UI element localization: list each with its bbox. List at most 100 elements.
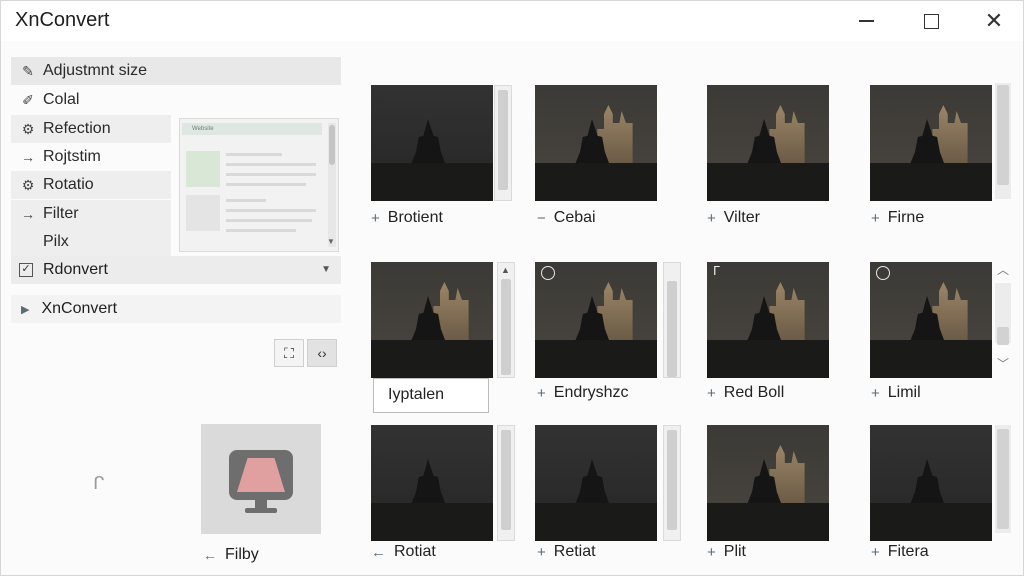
code-button[interactable]: ‹›: [307, 339, 337, 367]
preview-text-line: [226, 163, 316, 166]
image-tile[interactable]: [870, 262, 992, 378]
image-caption[interactable]: + Brotient: [371, 209, 443, 227]
image-thumbnail[interactable]: ᒥ: [707, 262, 829, 378]
preview-text-line: [226, 173, 316, 176]
image-caption[interactable]: − Cebai: [537, 209, 596, 227]
maximize-button[interactable]: [908, 1, 954, 41]
image-thumbnail[interactable]: [870, 262, 992, 378]
monitor-tile-caption[interactable]: ← Filby: [203, 546, 259, 564]
chevron-down-icon[interactable]: ▼: [327, 237, 335, 246]
image-thumbnail[interactable]: [535, 85, 657, 201]
image-tile[interactable]: [870, 425, 992, 541]
image-caption[interactable]: + Red Boll: [707, 384, 784, 402]
grid-scrollbar-thumb[interactable]: [997, 85, 1009, 185]
image-caption-label: Brotient: [387, 209, 443, 226]
preview-text-line: [226, 229, 296, 232]
tile-scrollbar[interactable]: [663, 262, 681, 378]
image-grid: + Brotient − Cebai + Vilter + Firne + Endryshzc ᒥ +…: [361, 81, 1021, 571]
tile-scrollbar-thumb[interactable]: [667, 281, 677, 377]
image-caption[interactable]: + Endryshzc: [537, 384, 628, 402]
image-caption[interactable]: + Retiat: [537, 543, 596, 561]
image-tile[interactable]: [707, 425, 829, 541]
image-thumbnail[interactable]: [371, 85, 493, 201]
nav-item-xnconvert[interactable]: ▶ XnConvert: [11, 295, 341, 323]
chevron-up-icon[interactable]: ▲: [501, 265, 510, 275]
task-item-colal[interactable]: ✐ Colal: [11, 86, 341, 114]
circle-icon[interactable]: [876, 266, 890, 280]
plus-icon: +: [537, 543, 546, 561]
image-caption[interactable]: ← Rotiat: [371, 543, 436, 561]
image-tile[interactable]: [707, 85, 829, 201]
grid-scrollbar[interactable]: ︿ ﹀: [993, 83, 1013, 533]
image-thumbnail[interactable]: [535, 262, 657, 378]
image-thumbnail[interactable]: [870, 425, 992, 541]
task-item-rojtstim[interactable]: → Rojtstim: [11, 143, 171, 171]
image-caption-label: Red Boll: [723, 384, 785, 401]
task-item-refection[interactable]: ⚙ Refection: [11, 115, 171, 143]
preview-text-line: [226, 199, 266, 202]
crop-icon: ⛶: [284, 344, 294, 361]
arrow-left-icon: ←: [371, 543, 386, 561]
image-caption-label: Fitera: [887, 543, 929, 560]
image-thumbnail[interactable]: [707, 425, 829, 541]
tile-scrollbar-thumb[interactable]: [501, 430, 511, 530]
task-item-filter[interactable]: → Filter: [11, 200, 171, 228]
image-caption[interactable]: + Vilter: [707, 209, 760, 227]
image-tile[interactable]: [371, 85, 493, 201]
chevron-down-icon[interactable]: ▼: [321, 264, 331, 275]
preview-text-line: [226, 153, 282, 156]
close-button[interactable]: ✕: [971, 1, 1017, 41]
image-caption[interactable]: + Firne: [871, 209, 924, 227]
minus-icon: −: [537, 209, 546, 227]
tile-scrollbar-thumb[interactable]: [667, 430, 677, 530]
tile-scrollbar[interactable]: ▲: [497, 262, 515, 378]
task-item-pilx[interactable]: Pilx: [11, 228, 171, 256]
crop-button[interactable]: ⛶: [274, 339, 304, 367]
triangle-right-icon: ▶: [21, 303, 30, 316]
cursor-glyph-icon: ᒋ: [93, 473, 105, 493]
tile-scrollbar[interactable]: [494, 85, 512, 201]
image-tile[interactable]: [870, 85, 992, 201]
image-thumbnail[interactable]: [870, 85, 992, 201]
flag-icon[interactable]: ᒥ: [713, 264, 727, 278]
image-tile-editing[interactable]: [371, 262, 493, 378]
preview-thumbnail: [186, 195, 220, 231]
left-panel: ✎ Adjustmnt size ✐ Colal ⚙ Refection → R…: [11, 55, 341, 565]
task-item-rotatio[interactable]: ⚙ Rotatio: [11, 171, 171, 199]
convert-checkbox[interactable]: ✓: [19, 263, 33, 277]
tile-scrollbar[interactable]: [497, 425, 515, 541]
image-caption[interactable]: + Plit: [707, 543, 746, 561]
task-item-label: Refection: [43, 120, 111, 137]
image-thumbnail[interactable]: [371, 262, 493, 378]
image-caption-label: Rotiat: [394, 543, 436, 560]
image-tile[interactable]: [535, 425, 657, 541]
image-thumbnail[interactable]: [371, 425, 493, 541]
task-item-adjustment-size[interactable]: ✎ Adjustmnt size: [11, 57, 341, 85]
image-tile[interactable]: [371, 425, 493, 541]
task-item-label: Adjustmnt size: [43, 62, 148, 79]
image-thumbnail[interactable]: [707, 85, 829, 201]
rename-field[interactable]: Iyptalen: [373, 378, 489, 413]
monitor-tile[interactable]: [201, 424, 321, 534]
convert-option[interactable]: ✓ Rdonvert ▼: [11, 256, 341, 284]
minimize-icon: [858, 20, 874, 22]
gear-icon: ⚙: [21, 120, 35, 137]
image-tile[interactable]: ᒥ: [707, 262, 829, 378]
circle-icon[interactable]: [541, 266, 555, 280]
tile-scrollbar-thumb[interactable]: [501, 279, 511, 375]
chevron-down-icon[interactable]: ﹀: [997, 355, 1009, 372]
task-item-label: Rotatio: [43, 176, 94, 193]
tile-scrollbar[interactable]: [663, 425, 681, 541]
chevron-up-icon[interactable]: ︿: [997, 261, 1009, 278]
tile-scrollbar-thumb[interactable]: [498, 90, 508, 190]
image-caption-label: Cebai: [553, 209, 596, 226]
image-caption-label: Firne: [887, 209, 925, 226]
image-tile[interactable]: [535, 262, 657, 378]
nav-item-label: XnConvert: [41, 300, 118, 317]
preview-scrollbar-thumb[interactable]: [329, 125, 335, 165]
minimize-button[interactable]: [843, 1, 889, 41]
image-caption[interactable]: + Fitera: [871, 543, 929, 561]
image-caption[interactable]: + Limil: [871, 384, 921, 402]
image-tile[interactable]: [535, 85, 657, 201]
image-thumbnail[interactable]: [535, 425, 657, 541]
